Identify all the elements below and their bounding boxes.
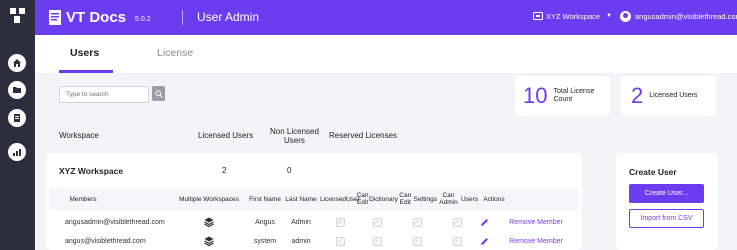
section-title: User Admin	[197, 10, 260, 24]
tab-users[interactable]: Users	[70, 47, 99, 59]
total-license-count-label-line1: Total License	[553, 88, 595, 95]
avatar-icon	[620, 11, 631, 22]
can-edit-dictionary-checkbox[interactable]: ✓	[372, 236, 382, 246]
active-tab-indicator	[59, 70, 113, 73]
folder-icon	[13, 87, 21, 93]
top-bar: VT Docs 5.0.2 User Admin XYZ Workspace ▼…	[35, 0, 737, 35]
col-last-name: Last Name	[285, 195, 317, 203]
table-row: angus@visiblethread.com system admin ✓ ✓…	[49, 231, 579, 250]
col-members: Members	[69, 195, 97, 203]
workspace-non-licensed-count: 0	[287, 166, 292, 175]
col-multiple-workspaces: Multiple Workspaces	[179, 195, 239, 203]
layers-icon[interactable]	[189, 231, 229, 250]
import-csv-button[interactable]: Import from CSV	[629, 209, 704, 228]
header-non-licensed-line1: Non Licensed	[270, 127, 319, 136]
header-licensed-users: Licensed Users	[198, 131, 254, 140]
can-edit-settings-checkbox[interactable]: ✓	[412, 236, 422, 246]
col-can-edit-settings-line1: Can Edit	[399, 192, 412, 206]
document-icon	[14, 114, 20, 122]
workspace-licensed-count: 2	[222, 166, 227, 175]
app-logo-icon[interactable]	[10, 8, 25, 23]
search-button[interactable]	[152, 86, 165, 101]
member-email: angus@visiblethread.com	[65, 237, 146, 245]
user-menu[interactable]: angusadmin@visiblethread.com ▼	[620, 11, 737, 22]
table-row: angusadmin@visiblethread.com Angus Admin…	[49, 212, 579, 232]
col-actions: Actions	[483, 195, 505, 203]
user-email: angusadmin@visiblethread.com	[635, 12, 737, 21]
col-can-edit-settings-line2: Settings	[413, 195, 438, 203]
nav-home-button[interactable]	[8, 54, 26, 72]
tab-license[interactable]: License	[157, 47, 193, 59]
workspace-switcher[interactable]: XYZ Workspace ▼	[533, 11, 612, 21]
member-first-name: Angus	[255, 218, 275, 226]
col-can-edit-settings: Can Edit Settings	[397, 188, 437, 210]
search-input[interactable]	[59, 86, 149, 103]
member-email: angusadmin@visiblethread.com	[65, 218, 165, 226]
licensed-user-checkbox[interactable]: ✓	[335, 217, 345, 227]
licensed-user-checkbox[interactable]: ✓	[335, 236, 345, 246]
col-can-edit-dictionary-line1: Can Edit	[356, 192, 369, 206]
header-workspace: Workspace	[59, 131, 99, 140]
app-version: 5.0.2	[135, 16, 151, 23]
licensed-users-label: Licensed Users	[649, 92, 698, 99]
header-non-licensed-line2: Users	[284, 136, 305, 145]
col-can-admin-users: Can Admin Users	[436, 188, 478, 210]
remove-member-link[interactable]: Remove Member	[501, 231, 571, 250]
can-edit-settings-checkbox[interactable]: ✓	[412, 217, 422, 227]
can-edit-dictionary-checkbox[interactable]: ✓	[372, 217, 382, 227]
nav-reports-button[interactable]	[8, 143, 26, 161]
licensed-users-card: 2 Licensed Users	[621, 76, 716, 116]
docs-logo-icon	[49, 10, 61, 25]
workspace-card: XYZ Workspace 2 0 Members Multiple Works…	[46, 153, 582, 250]
chart-icon	[13, 149, 21, 156]
total-license-count-value: 10	[523, 83, 548, 108]
total-license-count-label-line2: Count	[553, 96, 573, 103]
create-user-button[interactable]: Create User...	[629, 184, 704, 203]
total-license-count-card: 10 Total License Count	[515, 76, 610, 116]
workspace-name[interactable]: XYZ Workspace	[59, 166, 123, 176]
nav-folder-button[interactable]	[8, 81, 26, 99]
layers-icon[interactable]	[189, 212, 229, 232]
col-can-edit-dictionary: Can Edit Dictionary	[356, 188, 398, 210]
app-name: VT Docs	[66, 9, 127, 26]
total-license-count-label: Total License Count	[553, 88, 594, 104]
col-licensed-user: Licensed User	[320, 188, 360, 210]
divider	[182, 10, 183, 25]
header-reserved-licenses: Reserved Licenses	[329, 131, 398, 140]
create-user-title: Create User	[629, 167, 677, 177]
col-first-name: First Name	[249, 195, 281, 203]
col-can-admin-users-line2: Users	[461, 195, 478, 203]
col-licensed-user-line1: Licensed	[320, 195, 347, 203]
pencil-icon[interactable]	[474, 231, 494, 250]
chevron-down-icon: ▼	[606, 13, 612, 19]
search-icon	[154, 89, 163, 98]
header-non-licensed-users: Non Licensed Users	[270, 127, 319, 145]
can-admin-users-checkbox[interactable]: ✓	[452, 217, 462, 227]
licensed-users-value: 2	[631, 83, 644, 108]
can-admin-users-checkbox[interactable]: ✓	[452, 236, 462, 246]
member-last-name: admin	[291, 237, 311, 245]
workspace-switcher-label: XYZ Workspace	[546, 11, 601, 21]
brand[interactable]: VT Docs 5.0.2	[49, 9, 151, 26]
workspace-icon	[533, 12, 543, 20]
tab-bar: Users License	[35, 35, 737, 73]
member-first-name: system	[253, 237, 277, 245]
create-user-card: Create User Create User... Import from C…	[616, 153, 718, 250]
nav-documents-button[interactable]	[8, 109, 26, 127]
left-rail	[0, 0, 35, 250]
remove-member-link[interactable]: Remove Member	[501, 212, 571, 232]
home-icon	[13, 59, 21, 67]
pencil-icon[interactable]	[474, 212, 494, 232]
col-can-edit-dictionary-line2: Dictionary	[369, 195, 398, 203]
members-table-header: Members Multiple Workspaces First Name L…	[49, 188, 579, 210]
member-last-name: Admin	[291, 218, 311, 226]
col-can-admin-users-line1: Can Admin	[439, 192, 458, 206]
